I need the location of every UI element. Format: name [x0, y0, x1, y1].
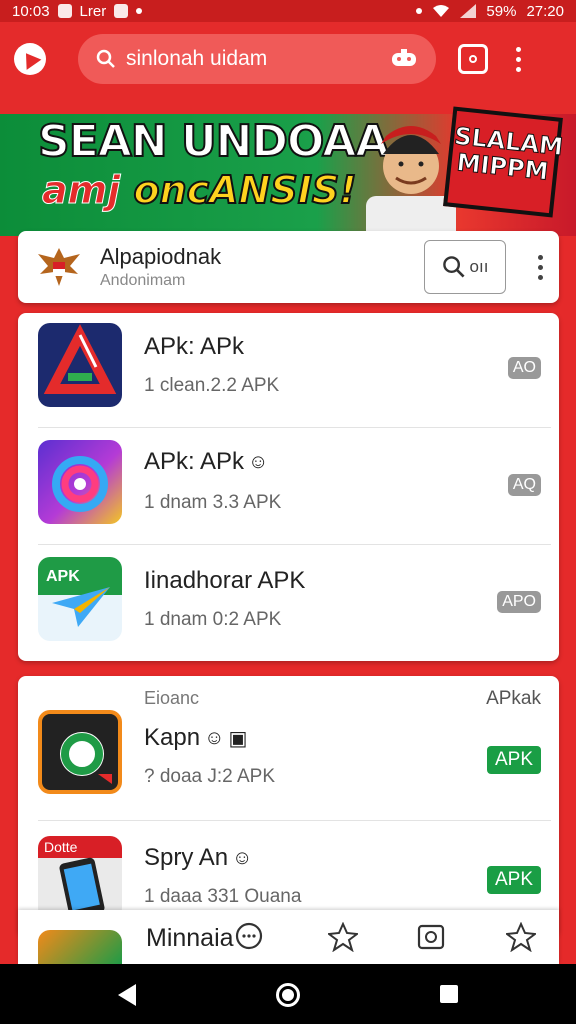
- app-list-bottom: Eioanc APkak Kapn ☺ ▣ ? doaa J:2 APK APK D…: [18, 676, 559, 936]
- garuda-emblem-icon: [38, 248, 80, 286]
- divider: [38, 544, 551, 545]
- publisher-name: Alpapiodnak: [100, 244, 222, 269]
- back-icon[interactable]: [118, 984, 136, 1006]
- chat-icon[interactable]: [234, 922, 264, 952]
- search-icon: [442, 256, 465, 278]
- app-title-text: APk: APk: [144, 448, 245, 475]
- app-badge: APO: [497, 591, 541, 613]
- app-list-top: APk: APk 1 clean.2.2 APK AO APk: APk ☺ 1 …: [18, 313, 559, 661]
- apk-badge[interactable]: APK: [486, 866, 541, 894]
- app-title: APk: APk: [144, 333, 245, 360]
- app-badge: AQ: [507, 474, 541, 496]
- location-icon: [416, 8, 423, 14]
- green-circle-app-icon: [38, 710, 122, 794]
- list-item[interactable]: APk: APk 1 clean.2.2 APK AO: [18, 313, 559, 430]
- publisher-search-label: oıı: [469, 257, 489, 276]
- app-bar: sinlonah uidam: [0, 22, 576, 96]
- gallery-icon: [114, 4, 129, 18]
- star-outline-icon[interactable]: [506, 922, 536, 952]
- colorful-ring-app-icon: [38, 440, 122, 524]
- svg-text:APK: APK: [46, 568, 80, 585]
- signal-icon: [460, 4, 477, 18]
- list-item[interactable]: APK Iinadhorar APK 1 dnam 0:2 APK APO: [18, 547, 559, 664]
- promo-banner[interactable]: SEAN UNDOAA amj oncANSIS! SLALAM MIPPM: [0, 96, 576, 236]
- status-time: 10:03: [12, 2, 50, 20]
- publisher-search-button[interactable]: oıı: [424, 240, 506, 294]
- divider: [38, 427, 551, 428]
- more-vert-icon[interactable]: [538, 254, 543, 280]
- dot-icon: [136, 8, 143, 14]
- status-carrier: Lrer: [79, 2, 107, 20]
- emoji-icon: ☺: [232, 847, 253, 870]
- clock-right: 27:20: [526, 2, 564, 20]
- app-title-text: Kapn: [144, 724, 201, 751]
- banner-sign: SLALAM MIPPM: [443, 106, 565, 218]
- search-input[interactable]: sinlonah uidam: [126, 47, 390, 71]
- recents-icon[interactable]: [440, 985, 458, 1003]
- app-subtitle: ? doaa J:2 APK: [144, 766, 275, 787]
- banner-subheadline-part-b: oncANSIS!: [132, 167, 357, 213]
- publisher-card[interactable]: Alpapiodnak Andonimam oıı: [18, 231, 559, 303]
- battery-lock-icon: ▣: [228, 728, 248, 751]
- app-title: APk: APk ☺: [144, 448, 268, 476]
- app-subtitle: 1 dnam 3.3 APK: [144, 492, 282, 513]
- app-badge: AO: [507, 357, 541, 379]
- square-camera-icon[interactable]: [458, 44, 488, 74]
- publisher-subtitle: Andonimam: [100, 272, 186, 289]
- notification-icon: [57, 4, 72, 18]
- more-vert-icon[interactable]: [516, 46, 521, 72]
- camera-icon[interactable]: [416, 922, 446, 952]
- banner-headline: SEAN UNDOAA: [37, 115, 390, 168]
- app-subtitle: 1 clean.2.2 APK: [144, 375, 280, 396]
- red-triangle-app-icon: [38, 323, 122, 407]
- search-bar[interactable]: sinlonah uidam: [78, 34, 436, 84]
- bottom-nav-label: Minnaia: [146, 924, 234, 952]
- bottom-nav: Minnaia: [18, 910, 559, 964]
- battery-text: 59%: [486, 2, 517, 20]
- banner-subheadline: amj oncANSIS!: [42, 167, 358, 213]
- app-title: Kapn ☺ ▣: [144, 724, 247, 752]
- app-title: Spry An ☺: [144, 844, 252, 872]
- phone-screenshot-app-icon: Dotte: [38, 836, 122, 920]
- banner-subheadline-part-a: amj: [42, 168, 134, 213]
- emoji-icon: ☺: [248, 451, 269, 474]
- app-subtitle: 1 dnam 0:2 APK: [144, 609, 282, 630]
- status-bar: 10:03 Lrer 59% 27:20: [0, 0, 576, 22]
- app-logo-icon[interactable]: [14, 43, 46, 75]
- paper-plane-app-icon: APK: [38, 557, 122, 641]
- star-icon[interactable]: [328, 922, 358, 952]
- divider: [38, 820, 551, 821]
- system-nav-bar: [0, 964, 576, 1024]
- list-item[interactable]: APk: APk ☺ 1 dnam 3.3 APK AQ: [18, 430, 559, 547]
- app-subtitle: 1 daaa 331 Ouana: [144, 886, 302, 907]
- wifi-icon: [433, 5, 450, 17]
- partial-app-icon: [38, 930, 122, 964]
- search-icon: [96, 49, 115, 68]
- emoji-icon: ☺: [204, 727, 225, 750]
- list-item[interactable]: Kapn ☺ ▣ ? doaa J:2 APK APK: [18, 702, 559, 819]
- app-title-text: Spry An: [144, 844, 229, 871]
- apk-badge[interactable]: APK: [486, 746, 541, 774]
- home-icon[interactable]: [276, 983, 300, 1007]
- gamepad-icon[interactable]: [390, 48, 418, 70]
- app-title: Iinadhorar APK: [144, 567, 306, 594]
